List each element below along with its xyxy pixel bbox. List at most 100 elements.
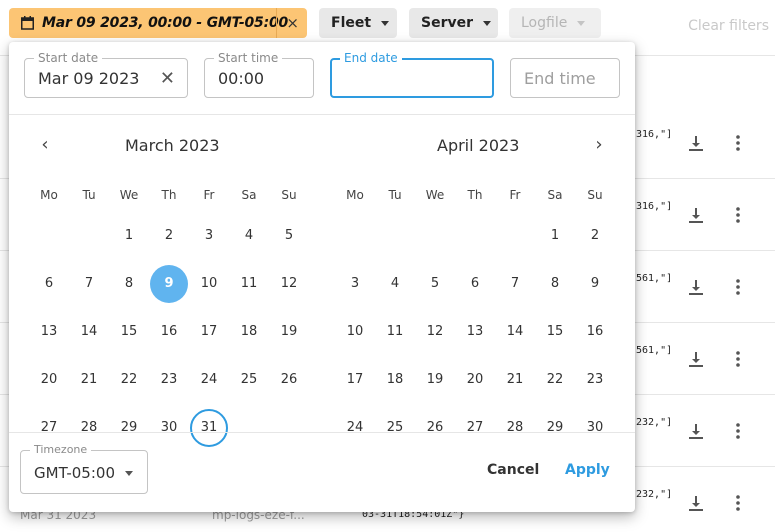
- calendar-day[interactable]: 5: [416, 265, 454, 303]
- calendar-day[interactable]: 26: [270, 361, 308, 399]
- calendar-day[interactable]: 12: [416, 313, 454, 351]
- download-icon[interactable]: [686, 421, 706, 441]
- calendar-day[interactable]: 30: [576, 409, 614, 447]
- calendar-day[interactable]: 28: [496, 409, 534, 447]
- calendar-day[interactable]: 21: [496, 361, 534, 399]
- calendar-day[interactable]: 9: [576, 265, 614, 303]
- start-date-field[interactable]: Start date Mar 09 2023 ✕: [24, 51, 188, 98]
- log-message-cell: 232,"]: [636, 489, 673, 500]
- calendar-day[interactable]: 20: [456, 361, 494, 399]
- calendar-day[interactable]: 28: [70, 409, 108, 447]
- calendar-day[interactable]: 16: [150, 313, 188, 351]
- calendar-day[interactable]: 17: [190, 313, 228, 351]
- calendar-day[interactable]: 2: [576, 217, 614, 255]
- calendar-day[interactable]: 11: [230, 265, 268, 303]
- more-vert-icon[interactable]: [728, 349, 748, 369]
- calendar-day[interactable]: 26: [416, 409, 454, 447]
- month-title: March 2023: [125, 136, 220, 155]
- download-icon[interactable]: [686, 277, 706, 297]
- calendar-day[interactable]: 17: [336, 361, 374, 399]
- calendar-day[interactable]: 2: [150, 217, 188, 255]
- calendar-day[interactable]: 18: [230, 313, 268, 351]
- calendar-day[interactable]: 27: [30, 409, 68, 447]
- calendar-day[interactable]: 29: [110, 409, 148, 447]
- download-icon[interactable]: [686, 133, 706, 153]
- calendar-day[interactable]: 16: [576, 313, 614, 351]
- calendar-day[interactable]: 27: [456, 409, 494, 447]
- calendar-day[interactable]: 19: [416, 361, 454, 399]
- end-time-field[interactable]: End time: [510, 58, 620, 98]
- more-vert-icon[interactable]: [728, 421, 748, 441]
- calendar-day[interactable]: 22: [536, 361, 574, 399]
- calendar-day[interactable]: 30: [150, 409, 188, 447]
- timezone-label: Timezone: [30, 443, 92, 456]
- calendar-day-today[interactable]: 31: [190, 409, 228, 447]
- calendar-day[interactable]: 18: [376, 361, 414, 399]
- calendar-day[interactable]: 24: [190, 361, 228, 399]
- end-date-field[interactable]: End date: [330, 51, 494, 98]
- calendar-day[interactable]: 13: [30, 313, 68, 351]
- chevron-right-icon[interactable]: ›: [589, 134, 609, 155]
- divider: [9, 114, 635, 115]
- calendar-day[interactable]: 6: [30, 265, 68, 303]
- calendar-day[interactable]: 5: [270, 217, 308, 255]
- calendar-day[interactable]: 14: [496, 313, 534, 351]
- chevron-down-icon: [381, 20, 390, 26]
- calendar-day[interactable]: 20: [30, 361, 68, 399]
- download-icon[interactable]: [686, 349, 706, 369]
- calendar-day[interactable]: 14: [70, 313, 108, 351]
- calendar-day-selected[interactable]: 9: [150, 265, 188, 303]
- calendar-day[interactable]: 11: [376, 313, 414, 351]
- calendar-day[interactable]: 7: [70, 265, 108, 303]
- chevron-left-icon[interactable]: ‹: [35, 134, 55, 155]
- start-time-label: Start time: [214, 51, 283, 65]
- calendar-day[interactable]: 12: [270, 265, 308, 303]
- calendar-day[interactable]: 24: [336, 409, 374, 447]
- calendar-day[interactable]: 25: [376, 409, 414, 447]
- date-range-filter-chip[interactable]: Mar 09 2023, 00:00 - GMT-05:00 ×: [9, 8, 307, 38]
- calendar-day[interactable]: 23: [576, 361, 614, 399]
- calendar-day[interactable]: 29: [536, 409, 574, 447]
- calendar-day[interactable]: 23: [150, 361, 188, 399]
- download-icon[interactable]: [686, 205, 706, 225]
- log-message-cell: 561,"]: [636, 273, 673, 284]
- clear-filters-button[interactable]: Clear filters: [688, 18, 769, 34]
- fleet-filter-button[interactable]: Fleet: [319, 8, 397, 38]
- calendar-day[interactable]: 13: [456, 313, 494, 351]
- calendar-day[interactable]: 1: [536, 217, 574, 255]
- calendar-day[interactable]: 10: [336, 313, 374, 351]
- more-vert-icon[interactable]: [728, 133, 748, 153]
- calendar-day[interactable]: 8: [536, 265, 574, 303]
- calendar-day[interactable]: 3: [336, 265, 374, 303]
- calendar-day[interactable]: 7: [496, 265, 534, 303]
- apply-button[interactable]: Apply: [565, 462, 610, 478]
- calendar-day[interactable]: 6: [456, 265, 494, 303]
- server-filter-button[interactable]: Server: [409, 8, 498, 38]
- calendar-day[interactable]: 15: [536, 313, 574, 351]
- calendar-day[interactable]: 19: [270, 313, 308, 351]
- calendar-day[interactable]: 3: [190, 217, 228, 255]
- timezone-select[interactable]: Timezone GMT-05:00: [20, 443, 148, 494]
- weekday-header: Su: [281, 188, 297, 202]
- calendar-day[interactable]: 4: [376, 265, 414, 303]
- calendar-day[interactable]: 25: [230, 361, 268, 399]
- more-vert-icon[interactable]: [728, 205, 748, 225]
- log-message-cell: 316,"]: [636, 129, 673, 140]
- fleet-filter-label: Fleet: [331, 15, 372, 31]
- weekday-header: Th: [467, 188, 483, 202]
- calendar-day[interactable]: 10: [190, 265, 228, 303]
- calendar-day[interactable]: 15: [110, 313, 148, 351]
- more-vert-icon[interactable]: [728, 277, 748, 297]
- close-icon[interactable]: ✕: [160, 68, 175, 89]
- log-message-cell: 316,"]: [636, 201, 673, 212]
- cancel-button[interactable]: Cancel: [487, 462, 539, 478]
- calendar-day[interactable]: 8: [110, 265, 148, 303]
- calendar-day[interactable]: 1: [110, 217, 148, 255]
- calendar-day[interactable]: 22: [110, 361, 148, 399]
- calendar-day[interactable]: 4: [230, 217, 268, 255]
- close-icon[interactable]: ×: [286, 14, 299, 32]
- start-time-field[interactable]: Start time 00:00: [204, 51, 314, 98]
- calendar-day[interactable]: 21: [70, 361, 108, 399]
- weekday-header: Tu: [388, 188, 402, 202]
- logfile-filter-button[interactable]: Logfile: [509, 8, 601, 38]
